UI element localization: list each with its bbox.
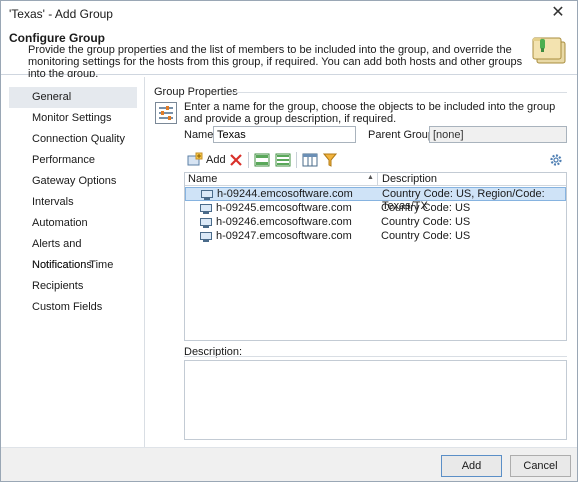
toolbar-separator <box>296 152 297 168</box>
table-header: Name ▲ Description <box>185 173 566 186</box>
members-toolbar: Add <box>184 149 567 171</box>
filter-icon <box>323 153 337 167</box>
host-icon <box>200 218 212 228</box>
delete-icon <box>230 154 242 166</box>
host-description: Country Code: US <box>381 230 471 242</box>
page-title: Configure Group <box>9 31 105 45</box>
column-header-description[interactable]: Description <box>382 173 437 185</box>
collapse-all-button[interactable] <box>275 151 291 169</box>
delete-member-button[interactable] <box>229 151 243 169</box>
add-member-button[interactable]: Add <box>187 151 226 169</box>
sidebar-item-intervals[interactable]: Intervals <box>9 192 137 213</box>
host-name: h-09247.emcosoftware.com <box>216 230 352 242</box>
column-divider[interactable] <box>377 173 378 186</box>
gear-icon <box>550 154 562 166</box>
column-header-name[interactable]: Name <box>188 173 217 185</box>
table-row[interactable]: h-09247.emcosoftware.com Country Code: U… <box>185 230 566 244</box>
table-row[interactable]: h-09246.emcosoftware.com Country Code: U… <box>185 216 566 230</box>
name-label: Name: <box>184 129 217 141</box>
sidebar-item-automation[interactable]: Automation <box>9 213 137 234</box>
host-description: Country Code: US <box>381 216 471 228</box>
add-icon <box>187 152 203 166</box>
host-icon <box>201 190 213 200</box>
toolbar-separator <box>248 152 249 168</box>
columns-icon <box>302 153 318 167</box>
folder-icon <box>532 37 566 64</box>
description-field[interactable] <box>184 360 567 440</box>
title-bar: 'Texas' - Add Group ✕ <box>1 1 577 25</box>
sidebar-item-recipients[interactable]: Recipients <box>9 276 137 297</box>
host-description: Country Code: US <box>381 202 471 214</box>
close-icon[interactable]: ✕ <box>545 3 571 23</box>
group-properties-legend: Group Properties <box>154 86 238 98</box>
sidebar-item-gateway-options[interactable]: Gateway Options <box>9 171 137 192</box>
filter-button[interactable] <box>323 151 337 169</box>
host-icon <box>200 204 212 214</box>
expand-all-icon <box>254 153 270 167</box>
collapse-all-icon <box>275 153 291 167</box>
host-name: h-09244.emcosoftware.com <box>217 188 353 200</box>
sort-ascending-icon: ▲ <box>367 174 374 181</box>
host-name: h-09246.emcosoftware.com <box>216 216 352 228</box>
sidebar-item-general[interactable]: General <box>9 87 137 108</box>
sidebar-item-alerts-and-notifications[interactable]: Alerts and Notifications <box>9 234 137 271</box>
add-member-label: Add <box>206 154 226 166</box>
sidebar-item-custom-fields[interactable]: Custom Fields <box>9 297 137 318</box>
name-field[interactable] <box>213 126 356 143</box>
settings-button[interactable] <box>549 151 563 169</box>
parent-group-field <box>429 126 567 143</box>
host-name: h-09245.emcosoftware.com <box>216 202 352 214</box>
add-button[interactable]: Add <box>441 455 502 477</box>
parent-group-label: Parent Group: <box>368 129 438 141</box>
sidebar-item-performance[interactable]: Performance <box>9 150 137 171</box>
columns-button[interactable] <box>302 151 318 169</box>
properties-icon <box>155 102 177 124</box>
sidebar-item-monitor-settings[interactable]: Monitor Settings <box>9 108 137 129</box>
window-title: 'Texas' - Add Group <box>9 7 113 21</box>
members-table: Name ▲ Description h-09244.emcosoftware.… <box>184 172 567 341</box>
page-description: Provide the group properties and the lis… <box>28 44 523 80</box>
settings-nav: General Monitor Settings Connection Qual… <box>1 77 145 447</box>
description-divider <box>184 356 567 357</box>
dialog-header: Configure Group Provide the group proper… <box>1 25 577 80</box>
cancel-button[interactable]: Cancel <box>510 455 571 477</box>
table-row[interactable]: h-09245.emcosoftware.com Country Code: U… <box>185 202 566 216</box>
general-page: Group Properties Enter a name for the gr… <box>147 77 577 447</box>
add-group-dialog: 'Texas' - Add Group ✕ Configure Group Pr… <box>0 0 578 482</box>
dialog-footer: Add Cancel <box>1 447 577 481</box>
group-properties-description: Enter a name for the group, choose the o… <box>184 101 556 125</box>
table-row[interactable]: h-09244.emcosoftware.com Country Code: U… <box>185 187 566 212</box>
sidebar-item-connection-quality[interactable]: Connection Quality <box>9 129 137 150</box>
host-icon <box>200 232 212 242</box>
expand-all-button[interactable] <box>254 151 270 169</box>
sidebar-item-notification-time[interactable]: Notification Time <box>9 255 137 276</box>
legend-divider <box>229 92 567 93</box>
